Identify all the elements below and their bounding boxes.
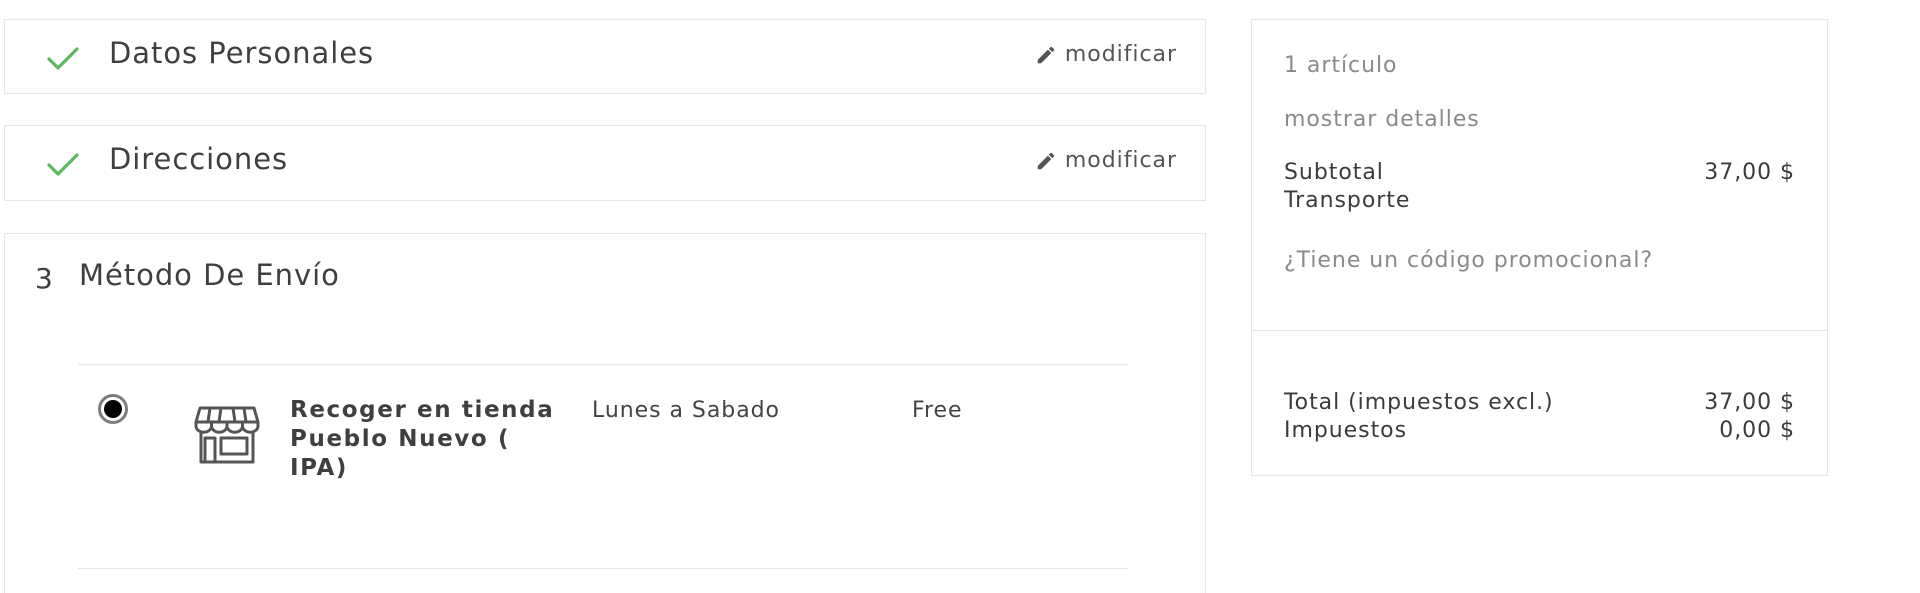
divider — [78, 568, 1128, 569]
shipping-label: Transporte — [1284, 188, 1411, 213]
pencil-icon — [1037, 46, 1055, 63]
step-addresses: Direcciones modificar — [4, 125, 1206, 201]
step-title: Datos Personales — [109, 36, 375, 70]
edit-personal-data-button[interactable]: modificar — [1035, 42, 1177, 67]
cart-summary: 1 artículo mostrar detalles Subtotal 37,… — [1251, 19, 1828, 476]
step-number: 3 — [35, 262, 54, 295]
taxes-label: Impuestos — [1284, 418, 1408, 443]
check-icon — [47, 47, 79, 70]
edit-label: modificar — [1064, 148, 1177, 173]
subtotal-value: 37,00 $ — [1704, 160, 1795, 185]
subtotal-label: Subtotal — [1284, 160, 1384, 185]
carrier-price: Free — [912, 398, 963, 423]
store-icon — [194, 406, 260, 464]
carrier-name: Recoger en tienda Pueblo Nuevo ( IPA) — [290, 397, 555, 481]
edit-addresses-button[interactable]: modificar — [1035, 148, 1177, 173]
carrier-radio-selected[interactable] — [98, 394, 128, 424]
summary-divider — [1252, 330, 1827, 331]
edit-label: modificar — [1064, 42, 1177, 67]
check-icon — [47, 153, 79, 176]
pencil-icon — [1037, 152, 1055, 169]
items-count: 1 artículo — [1284, 53, 1398, 78]
taxes-value: 0,00 $ — [1719, 418, 1795, 443]
step-title: Método De Envío — [79, 258, 340, 292]
show-details-link[interactable]: mostrar detalles — [1284, 107, 1480, 132]
total-label: Total (impuestos excl.) — [1284, 390, 1554, 415]
step-personal-data: Datos Personales modificar — [4, 19, 1206, 94]
total-value: 37,00 $ — [1704, 390, 1795, 415]
step-title: Direcciones — [109, 142, 289, 176]
carrier-delay: Lunes a Sabado — [592, 398, 780, 423]
divider — [78, 364, 1128, 365]
promo-code-link[interactable]: ¿Tiene un código promocional? — [1284, 248, 1653, 273]
radio-dot — [104, 400, 122, 418]
